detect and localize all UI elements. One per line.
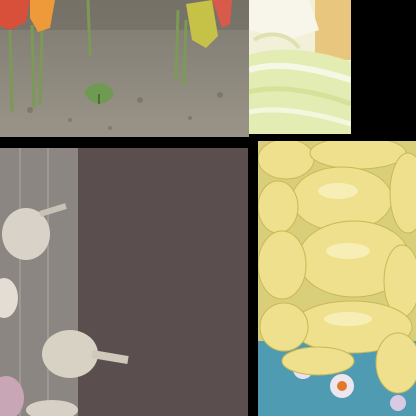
- blank-area: [351, 0, 416, 141]
- cabbage-photo: [249, 0, 351, 134]
- pepper-seedlings-photo: [0, 0, 249, 137]
- garlic-image: [0, 148, 248, 416]
- pepper-seedlings-image: [0, 0, 249, 137]
- garlic-photo: [0, 148, 248, 416]
- cabbage-image: [249, 0, 351, 134]
- yellow-peppers-image: [258, 141, 416, 416]
- yellow-peppers-photo: [258, 141, 416, 416]
